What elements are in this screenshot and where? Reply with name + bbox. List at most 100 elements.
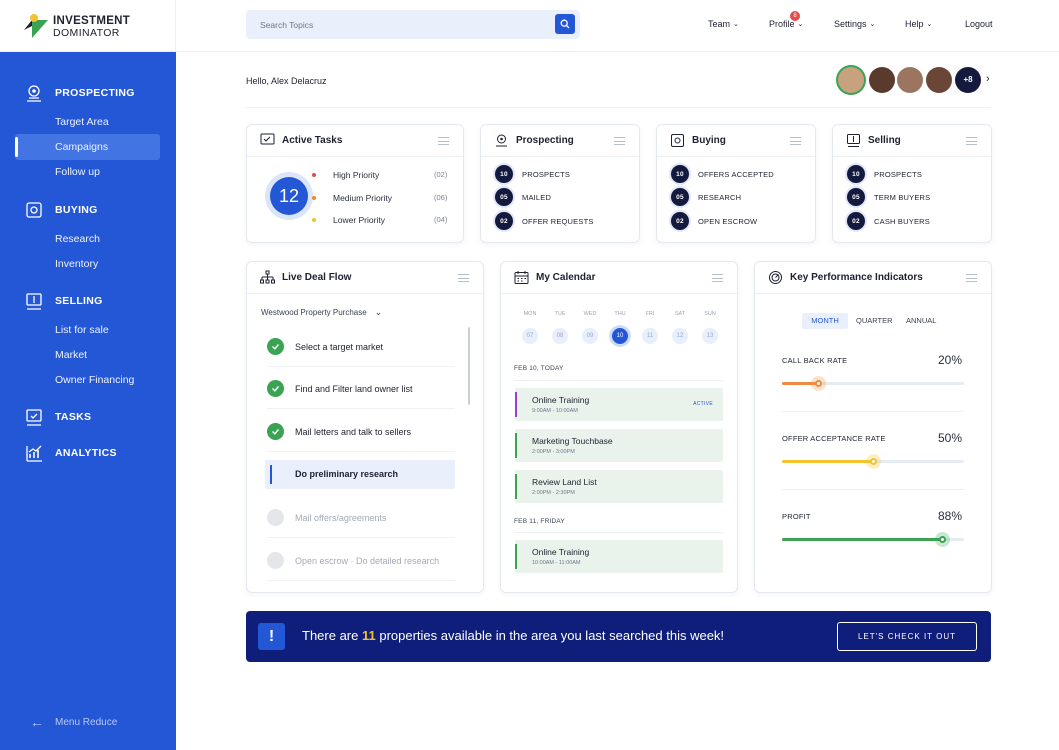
tab-quarter[interactable]: QUARTER xyxy=(856,313,893,329)
menu-icon[interactable] xyxy=(458,274,469,282)
check-it-out-button[interactable]: LET'S CHECK IT OUT xyxy=(837,622,977,651)
nav-profile-label: Profile xyxy=(769,19,795,29)
prospecting-icon xyxy=(496,134,507,147)
slider-handle[interactable] xyxy=(811,376,827,391)
deal-step-current[interactable]: Do preliminary research xyxy=(265,460,455,489)
stat-count: 02 xyxy=(671,212,689,230)
sidebar-section-prospecting[interactable]: PROSPECTING xyxy=(24,83,135,103)
sidebar-item-target-area[interactable]: Target Area xyxy=(55,116,109,128)
sidebar-section-analytics[interactable]: ANALYTICS xyxy=(24,443,117,463)
sidebar-item-campaigns[interactable]: Campaigns xyxy=(15,134,160,160)
deal-step[interactable]: Select a target market xyxy=(267,327,455,367)
deal-step[interactable]: Find and Filter land owner list xyxy=(267,369,455,409)
nav-help[interactable]: Help ⌄ xyxy=(905,19,932,29)
sidebar-section-tasks[interactable]: TASKS xyxy=(24,407,91,427)
avatar[interactable] xyxy=(838,67,864,93)
nav-team[interactable]: Team ⌄ xyxy=(708,19,739,29)
avatar[interactable] xyxy=(926,67,952,93)
property-select[interactable]: Westwood Property Purchase ⌄ xyxy=(261,307,382,318)
menu-reduce-button[interactable]: ← Menu Reduce xyxy=(30,714,117,730)
buying-icon xyxy=(26,202,42,218)
selling-icon xyxy=(26,293,42,310)
stat-count: 05 xyxy=(671,188,689,206)
sidebar-item-follow-up[interactable]: Follow up xyxy=(55,166,100,178)
day-number[interactable]: 07 xyxy=(522,328,538,344)
stat-count: 02 xyxy=(847,212,865,230)
day-number[interactable]: 13 xyxy=(702,328,718,344)
day-name: SAT xyxy=(674,311,686,317)
pending-icon xyxy=(267,552,284,569)
day-number[interactable]: 09 xyxy=(582,328,598,344)
kpi-label: OFFER ACCEPTANCE RATE xyxy=(782,434,886,443)
tab-month[interactable]: MONTH xyxy=(802,313,848,329)
priority-label: High Priority xyxy=(333,170,380,180)
menu-icon[interactable] xyxy=(438,137,449,145)
event-title: Marketing Touchbase xyxy=(532,436,613,446)
priority-row: Medium Priority (06) xyxy=(312,193,447,203)
menu-icon[interactable] xyxy=(966,274,977,282)
calendar-event[interactable]: Review Land List 2:00PM - 2:30PM xyxy=(515,470,723,503)
day-number[interactable]: 11 xyxy=(642,328,658,344)
sidebar-item-list-for-sale[interactable]: List for sale xyxy=(55,324,109,336)
nav-profile[interactable]: Profile ⌄ xyxy=(769,19,803,29)
stat-row: 02 OFFER REQUESTS xyxy=(495,212,594,230)
card-title: My Calendar xyxy=(536,272,596,283)
day-heading: FEB 11, FRIDAY xyxy=(514,518,565,525)
day-number-selected[interactable]: 10 xyxy=(612,328,628,344)
kpi-fill xyxy=(782,460,873,463)
stat-label: MAILED xyxy=(522,192,552,202)
sidebar-section-buying[interactable]: BUYING xyxy=(24,200,98,220)
menu-icon[interactable] xyxy=(614,137,625,145)
card-header: Live Deal Flow xyxy=(247,262,483,294)
deal-step[interactable]: Mail offers/agreements xyxy=(267,498,455,538)
sidebar-item-market[interactable]: Market xyxy=(55,349,87,361)
day-name: TUE xyxy=(554,311,566,317)
sidebar-item-owner-financing[interactable]: Owner Financing xyxy=(55,374,134,386)
banner-text-post: properties available in the area you las… xyxy=(375,628,725,643)
kpi-slider[interactable] xyxy=(782,376,964,391)
search-bar xyxy=(246,10,580,39)
nav-logout[interactable]: Logout xyxy=(965,19,993,29)
day-number[interactable]: 12 xyxy=(672,328,688,344)
kpi-label: CALL BACK RATE xyxy=(782,356,848,365)
avatar[interactable] xyxy=(869,67,895,93)
slider-handle[interactable] xyxy=(935,532,951,547)
card-title: Buying xyxy=(692,135,726,146)
sidebar-section-selling[interactable]: SELLING xyxy=(24,291,103,311)
deal-step-label: Mail letters and talk to sellers xyxy=(295,426,412,437)
day-number[interactable]: 08 xyxy=(552,328,568,344)
slider-handle[interactable] xyxy=(866,454,881,469)
card-header: Prospecting xyxy=(481,125,639,157)
kpi-slider[interactable] xyxy=(782,532,964,547)
menu-icon[interactable] xyxy=(790,137,801,145)
search-button[interactable] xyxy=(555,14,575,34)
more-members-badge[interactable]: +8 xyxy=(955,67,981,93)
event-status-badge: ACTIVE xyxy=(693,401,713,407)
nav-settings[interactable]: Settings ⌄ xyxy=(834,19,875,29)
menu-icon[interactable] xyxy=(712,274,723,282)
sidebar-item-research[interactable]: Research xyxy=(55,233,100,245)
dot-icon xyxy=(312,173,316,177)
avatar[interactable] xyxy=(897,67,923,93)
deal-step[interactable]: Mail letters and talk to sellers xyxy=(267,412,455,452)
sidebar-item-inventory[interactable]: Inventory xyxy=(55,258,98,270)
menu-icon[interactable] xyxy=(966,137,977,145)
divider xyxy=(514,380,724,381)
chevron-down-icon: ⌄ xyxy=(797,21,804,28)
card-title: Key Performance Indicators xyxy=(790,272,923,283)
scrollbar[interactable] xyxy=(468,327,470,405)
sidebar: PROSPECTING Target Area Campaigns Follow… xyxy=(0,52,176,750)
logo[interactable]: INVESTMENT DOMINATOR xyxy=(0,0,176,52)
sidebar-section-label: BUYING xyxy=(55,204,98,216)
chevron-right-icon[interactable]: › xyxy=(986,73,990,85)
divider xyxy=(514,532,724,533)
search-input[interactable] xyxy=(246,10,536,39)
kpi-slider[interactable] xyxy=(782,454,964,469)
deal-step[interactable]: Open escrow · Do detailed research xyxy=(267,541,455,581)
calendar-event[interactable]: Marketing Touchbase 2:00PM - 3:00PM xyxy=(515,429,723,462)
tab-annual[interactable]: ANNUAL xyxy=(906,313,936,329)
deal-flow-card: Live Deal Flow Westwood Property Purchas… xyxy=(246,261,484,593)
stat-label: CASH BUYERS xyxy=(874,216,930,226)
calendar-event[interactable]: Online Training 9:00AM - 10:00AM ACTIVE xyxy=(515,388,723,421)
calendar-event[interactable]: Online Training 10:00AM - 11:00AM xyxy=(515,540,723,573)
